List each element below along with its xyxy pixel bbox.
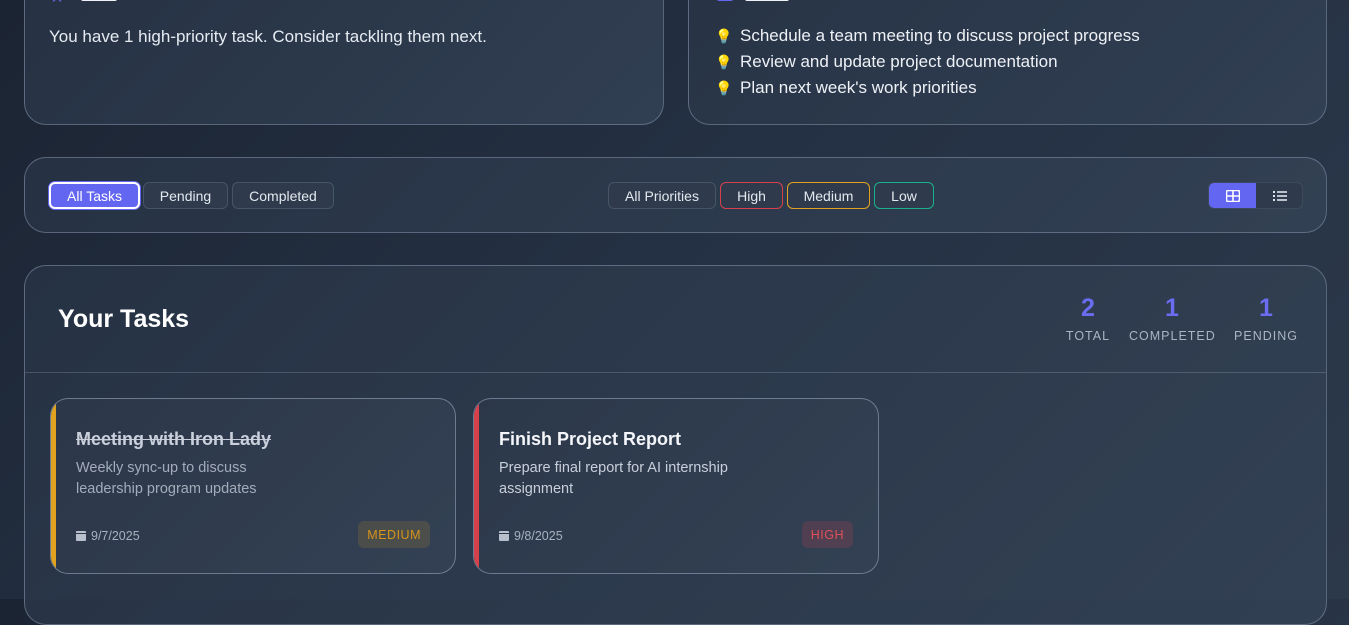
stat-completed: 1 COMPLETED <box>1129 294 1215 343</box>
filter-high-button[interactable]: High <box>720 182 783 209</box>
view-toggle <box>1208 182 1303 209</box>
stat-pending-value: 1 <box>1259 294 1273 322</box>
filter-bar: All Tasks Pending Completed All Prioriti… <box>24 157 1327 233</box>
grid-view-button[interactable] <box>1209 183 1256 208</box>
grid-view-icon <box>1225 189 1240 202</box>
lightbulb-icon: 💡 <box>715 27 733 44</box>
stat-total-label: TOTAL <box>1065 329 1111 343</box>
filter-medium-button[interactable]: Medium <box>787 182 870 209</box>
suggestions-card-title <box>745 0 805 3</box>
priority-badge: HIGH <box>801 521 853 548</box>
task-date-text: 9/8/2025 <box>514 529 563 543</box>
divider <box>25 372 1326 373</box>
lightbulb-icon: 💡 <box>715 53 733 70</box>
task-card[interactable]: Finish Project Report Prepare final repo… <box>473 398 879 574</box>
task-date-text: 9/7/2025 <box>91 529 140 543</box>
calendar-icon <box>499 531 509 541</box>
suggestion-item: 💡 Review and update project documentatio… <box>715 49 1140 75</box>
suggestion-text: Review and update project documentation <box>740 52 1058 71</box>
task-date: 9/8/2025 <box>499 529 563 543</box>
task-date: 9/7/2025 <box>76 529 140 543</box>
insight-text: You have 1 high-priority task. Consider … <box>49 27 487 46</box>
priority-stripe <box>51 399 56 573</box>
tasks-title: Your Tasks <box>58 305 190 333</box>
stat-completed-value: 1 <box>1165 294 1179 322</box>
priority-badge: MEDIUM <box>358 521 430 548</box>
filter-low-button[interactable]: Low <box>874 182 934 209</box>
suggestion-text: Schedule a team meeting to discuss proje… <box>740 26 1140 45</box>
list-view-icon <box>1272 190 1287 201</box>
task-title: Finish Project Report <box>499 429 682 449</box>
stat-total: 2 TOTAL <box>1065 294 1111 343</box>
suggestions-icon <box>717 0 733 1</box>
suggestions-card: 💡 Schedule a team meeting to discuss pro… <box>688 0 1327 125</box>
lightbulb-icon: 💡 <box>715 79 733 96</box>
filter-all-tasks-button[interactable]: All Tasks <box>49 182 140 209</box>
stat-pending-label: PENDING <box>1234 329 1298 343</box>
filter-all-priorities-button[interactable]: All Priorities <box>608 182 716 209</box>
tasks-panel: Your Tasks 2 TOTAL 1 COMPLETED 1 PENDING… <box>24 265 1327 625</box>
suggestions-list: 💡 Schedule a team meeting to discuss pro… <box>715 23 1140 101</box>
insight-card-title <box>81 0 141 3</box>
star-icon: ★ <box>49 0 69 5</box>
suggestion-text: Plan next week's work priorities <box>740 78 977 97</box>
filter-completed-button[interactable]: Completed <box>232 182 334 209</box>
list-view-button[interactable] <box>1256 183 1302 208</box>
suggestion-item: 💡 Plan next week's work priorities <box>715 75 1140 101</box>
insight-card: ★ You have 1 high-priority task. Conside… <box>24 0 664 125</box>
priority-stripe <box>474 399 479 573</box>
task-description: Weekly sync-up to discuss leadership pro… <box>76 460 257 497</box>
task-description: Prepare final report for AI internship a… <box>499 460 728 497</box>
filter-pending-button[interactable]: Pending <box>143 182 228 209</box>
stat-pending: 1 PENDING <box>1234 294 1298 343</box>
suggestion-item: 💡 Schedule a team meeting to discuss pro… <box>715 23 1140 49</box>
calendar-icon <box>76 531 86 541</box>
stat-completed-label: COMPLETED <box>1129 329 1216 343</box>
stat-total-value: 2 <box>1081 294 1095 322</box>
task-title: Meeting with Iron Lady <box>76 429 272 449</box>
task-card[interactable]: Meeting with Iron Lady Weekly sync-up to… <box>50 398 456 574</box>
